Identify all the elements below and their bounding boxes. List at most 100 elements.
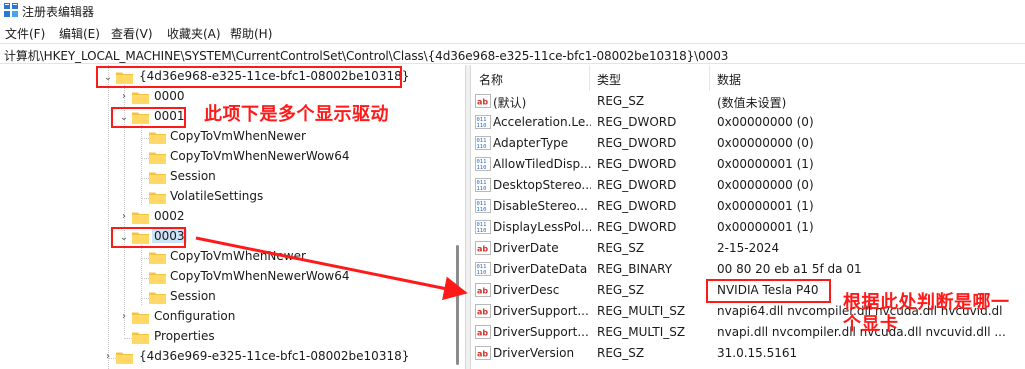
binary-value-icon: 011110: [475, 178, 491, 192]
address-bar[interactable]: 计算机\HKEY_LOCAL_MACHINE\SYSTEM\CurrentCon…: [0, 43, 1025, 64]
address-path[interactable]: 计算机\HKEY_LOCAL_MACHINE\SYSTEM\CurrentCon…: [4, 47, 728, 64]
menu-file[interactable]: 文件(F): [5, 25, 45, 42]
scrollbar-thumb[interactable]: [456, 245, 459, 365]
svg-text:ab: ab: [477, 287, 488, 296]
value-name: DriverSupport...: [493, 325, 589, 339]
value-name: DriverDesc: [493, 283, 560, 297]
tree-item-volatilesettings[interactable]: VolatileSettings: [0, 187, 464, 207]
value-type: REG_MULTI_SZ: [597, 304, 686, 318]
annotation-note-multiple-drivers: 此项下是多个显示驱动: [204, 104, 389, 125]
chevron-right-icon[interactable]: ›: [119, 312, 129, 322]
tree-item-label: {4d36e969-e325-11ce-bfc1-08002be10318}: [139, 349, 410, 363]
value-row[interactable]: 011 110 DisableStereo... REG_DWORD 0x0000000…: [471, 196, 1025, 217]
registry-editor-icon: [4, 3, 18, 17]
value-row[interactable]: 011 110 DesktopStereo... REG_DWORD 0x0000000…: [471, 175, 1025, 196]
value-row[interactable]: 011 110 DisplayLessPol... REG_DWORD 0x000000…: [471, 217, 1025, 238]
tree-item-0002[interactable]: › 0002: [0, 207, 464, 227]
value-name: (默认): [493, 96, 527, 110]
value-name: DisplayLessPol...: [493, 220, 591, 234]
annotation-box-class-key: [96, 66, 402, 88]
value-type: REG_SZ: [597, 94, 645, 108]
binary-value-icon: 011110: [475, 262, 491, 276]
folder-icon: [149, 192, 166, 204]
chevron-right-icon[interactable]: ›: [103, 352, 113, 362]
value-row[interactable]: 011 110 Acceleration.Le... REG_DWORD 0x00000…: [471, 112, 1025, 133]
menu-edit[interactable]: 编辑(E): [59, 25, 100, 42]
value-row[interactable]: 011 110 AllowTiledDisp... REG_DWORD 0x000000…: [471, 154, 1025, 175]
svg-text:ab: ab: [477, 350, 488, 359]
value-row[interactable]: 011 110 DriverDateData REG_BINARY 00 80 20 e…: [471, 259, 1025, 280]
folder-icon: [132, 92, 149, 104]
folder-icon: [132, 212, 149, 224]
svg-text:110: 110: [477, 123, 487, 129]
value-row[interactable]: 011 110 AdapterType REG_DWORD 0x00000000 (0): [471, 133, 1025, 154]
string-value-icon: ab: [475, 325, 491, 339]
value-type: REG_BINARY: [597, 262, 673, 276]
tree-item-label: CopyToVmWhenNewer: [170, 129, 306, 143]
folder-icon: [149, 252, 166, 264]
value-data: 0x00000001 (1): [717, 157, 814, 171]
tree-item-copytovmwhennewer[interactable]: CopyToVmWhenNewer: [0, 127, 464, 147]
value-name: AllowTiledDisp...: [493, 157, 591, 171]
tree-scrollbar[interactable]: [452, 65, 464, 369]
folder-icon: [149, 172, 166, 184]
annotation-box-driverdesc: [706, 279, 831, 303]
tree-item-properties[interactable]: Properties: [0, 327, 464, 347]
value-data: 0x00000001 (1): [717, 199, 814, 213]
value-name: DriverDate: [493, 241, 559, 255]
svg-text:110: 110: [477, 207, 487, 213]
value-data: 0x00000000 (0): [717, 178, 814, 192]
tree-item-label: CopyToVmWhenNewer: [170, 249, 306, 263]
tree-item-copytovmwhennewerwow64[interactable]: CopyToVmWhenNewerWow64: [0, 147, 464, 167]
folder-icon: [149, 132, 166, 144]
tree-item-session[interactable]: Session: [0, 287, 464, 307]
value-data: 2-15-2024: [717, 241, 780, 255]
svg-text:ab: ab: [477, 329, 488, 338]
tree-item-0003[interactable]: ⌄ 0003: [0, 227, 464, 247]
svg-text:ab: ab: [477, 308, 488, 317]
tree-item-copytovmwhennewer[interactable]: CopyToVmWhenNewer: [0, 247, 464, 267]
binary-value-icon: 011110: [475, 199, 491, 213]
value-type: REG_DWORD: [597, 199, 677, 213]
tree-item-class-media[interactable]: › {4d36e969-e325-11ce-bfc1-08002be10318}: [0, 347, 464, 367]
column-header-data[interactable]: 数据: [717, 71, 741, 88]
value-row[interactable]: ab DriverVersion REG_SZ 31.0.15.5161: [471, 343, 1025, 364]
tree-item-session[interactable]: Session: [0, 167, 464, 187]
value-name: DriverVersion: [493, 346, 575, 360]
tree-item-label: Session: [170, 169, 216, 183]
value-data: 0x00000001 (1): [717, 220, 814, 234]
string-value-icon: ab: [475, 283, 491, 297]
tree-item-label: Session: [170, 289, 216, 303]
value-type: REG_DWORD: [597, 115, 677, 129]
chevron-right-icon[interactable]: ›: [119, 92, 129, 102]
menu-view[interactable]: 查看(V): [111, 25, 153, 42]
value-row[interactable]: ab DriverDate REG_SZ 2-15-2024: [471, 238, 1025, 259]
value-row[interactable]: ab (默认) REG_SZ (数值未设置): [471, 91, 1025, 112]
column-separator[interactable]: [709, 65, 710, 91]
menu-bar: 文件(F) 编辑(E) 查看(V) 收藏夹(A) 帮助(H): [0, 22, 1025, 42]
tree-item-configuration[interactable]: › Configuration: [0, 307, 464, 327]
string-value-icon: ab: [475, 346, 491, 360]
value-name: AdapterType: [493, 136, 569, 150]
column-header-name[interactable]: 名称: [479, 71, 503, 88]
column-header-type[interactable]: 类型: [597, 71, 621, 88]
tree-item-copytovmwhennewerwow64[interactable]: CopyToVmWhenNewerWow64: [0, 267, 464, 287]
tree-item-label: Configuration: [154, 309, 236, 323]
annotation-box-0003: [111, 227, 186, 248]
tree-item-label: CopyToVmWhenNewerWow64: [170, 269, 350, 283]
value-type: REG_DWORD: [597, 220, 677, 234]
value-name: DriverDateData: [493, 262, 588, 276]
svg-text:110: 110: [477, 228, 487, 234]
menu-favorites[interactable]: 收藏夹(A): [167, 25, 221, 42]
list-header: 名称 类型 数据: [471, 65, 1025, 91]
svg-text:ab: ab: [477, 98, 488, 107]
chevron-right-icon[interactable]: ›: [119, 212, 129, 222]
binary-value-icon: 011110: [475, 220, 491, 234]
title-bar: 注册表编辑器: [0, 0, 1025, 22]
value-data: 0x00000000 (0): [717, 115, 814, 129]
string-value-icon: ab: [475, 94, 491, 108]
value-type: REG_SZ: [597, 283, 645, 297]
column-separator[interactable]: [589, 65, 590, 91]
menu-help[interactable]: 帮助(H): [230, 25, 272, 42]
folder-icon: [149, 292, 166, 304]
